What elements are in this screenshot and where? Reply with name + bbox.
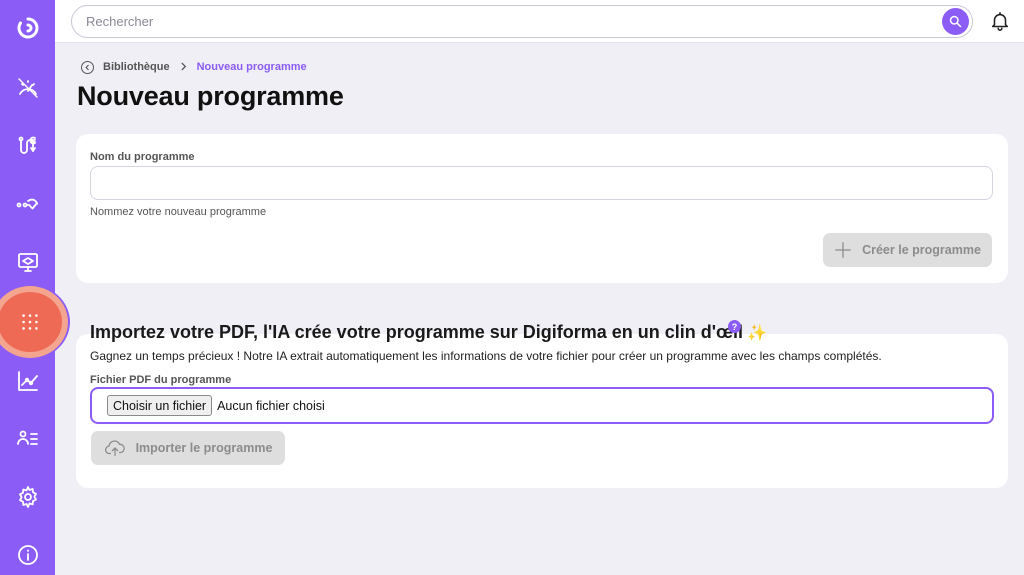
sidebar-item-catalog[interactable] bbox=[0, 292, 62, 352]
chevron-left-icon bbox=[85, 64, 89, 70]
gauge-icon[interactable] bbox=[12, 72, 44, 104]
search-icon bbox=[949, 15, 962, 28]
program-name-label: Nom du programme bbox=[90, 151, 195, 163]
chart-line-icon[interactable] bbox=[12, 365, 44, 397]
file-status: Aucun fichier choisi bbox=[217, 398, 325, 413]
logo-icon[interactable] bbox=[12, 12, 44, 44]
create-program-button-label: Créer le programme bbox=[862, 243, 981, 257]
info-icon[interactable] bbox=[12, 539, 44, 571]
program-name-hint: Nommez votre nouveau programme bbox=[90, 206, 267, 218]
sparkle-icon: ✨ bbox=[747, 324, 767, 342]
bell-icon bbox=[991, 11, 1009, 31]
settings-icon[interactable] bbox=[12, 481, 44, 513]
plus-icon bbox=[835, 242, 851, 258]
choose-file-button[interactable]: Choisir un fichier bbox=[107, 395, 213, 416]
import-program-button-label: Importer le programme bbox=[135, 441, 273, 455]
search-bar bbox=[71, 5, 973, 38]
back-button[interactable] bbox=[81, 60, 94, 74]
sidebar bbox=[0, 0, 70, 575]
breadcrumb-library-link[interactable]: Bibliothèque bbox=[103, 61, 170, 73]
route-check-icon[interactable] bbox=[12, 188, 44, 220]
search-button[interactable] bbox=[942, 8, 969, 35]
cloud-upload-icon bbox=[104, 440, 125, 456]
help-icon[interactable]: ? bbox=[728, 320, 741, 333]
import-program-button[interactable]: Importer le programme bbox=[91, 431, 285, 465]
notifications-button[interactable] bbox=[989, 10, 1011, 32]
search-input[interactable] bbox=[86, 6, 926, 37]
breadcrumb-current: Nouveau programme bbox=[196, 61, 307, 73]
pdf-file-label: Fichier PDF du programme bbox=[90, 374, 232, 386]
import-description: Gagnez un temps précieux ! Notre IA extr… bbox=[90, 349, 882, 363]
topbar bbox=[55, 0, 1024, 43]
create-program-button[interactable]: Créer le programme bbox=[823, 233, 992, 267]
program-name-input[interactable] bbox=[90, 166, 993, 200]
page-title: Nouveau programme bbox=[77, 81, 344, 111]
users-list-icon[interactable] bbox=[12, 423, 44, 455]
grid-dots-icon bbox=[22, 314, 38, 330]
import-title-text: Importez votre PDF, l'IA crée votre prog… bbox=[90, 322, 744, 342]
breadcrumb: Bibliothèque Nouveau programme bbox=[81, 60, 307, 74]
import-title: Importez votre PDF, l'IA crée votre prog… bbox=[90, 322, 767, 343]
pdf-file-input[interactable]: Choisir un fichier Aucun fichier choisi bbox=[90, 387, 994, 424]
chevron-right-icon bbox=[179, 60, 188, 74]
funding-icon[interactable] bbox=[12, 130, 44, 162]
training-screen-icon[interactable] bbox=[12, 246, 44, 278]
